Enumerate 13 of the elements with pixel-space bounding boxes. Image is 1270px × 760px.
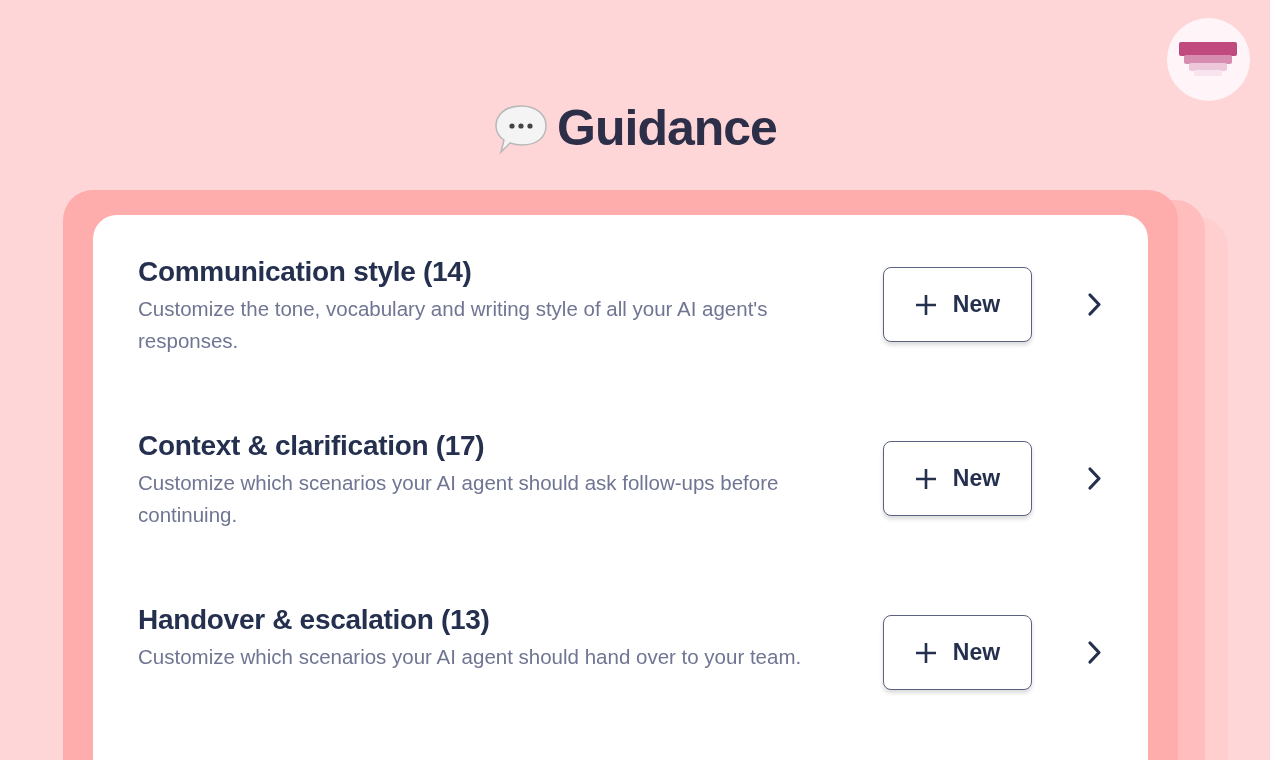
section-description: Customize which scenarios your AI agent should hand over to your team. xyxy=(138,643,803,670)
new-button[interactable]: New xyxy=(883,615,1032,690)
plus-icon xyxy=(914,641,937,664)
section-title: Communication style (14) xyxy=(138,255,473,289)
new-button[interactable]: New xyxy=(883,441,1032,516)
plus-icon xyxy=(914,293,937,316)
section-description: Customize the tone, vocabulary and writing style of all your AI agent's responses. xyxy=(138,295,769,354)
page-title: Guidance xyxy=(557,103,777,153)
section-description: Customize which scenarios your AI agent should ask follow-ups before continuing. xyxy=(138,469,780,528)
plus-icon xyxy=(914,467,937,490)
section-title: Handover & escalation (13) xyxy=(138,603,491,637)
new-button[interactable]: New xyxy=(883,267,1032,342)
section-title: Context & clarification (17) xyxy=(138,429,486,463)
